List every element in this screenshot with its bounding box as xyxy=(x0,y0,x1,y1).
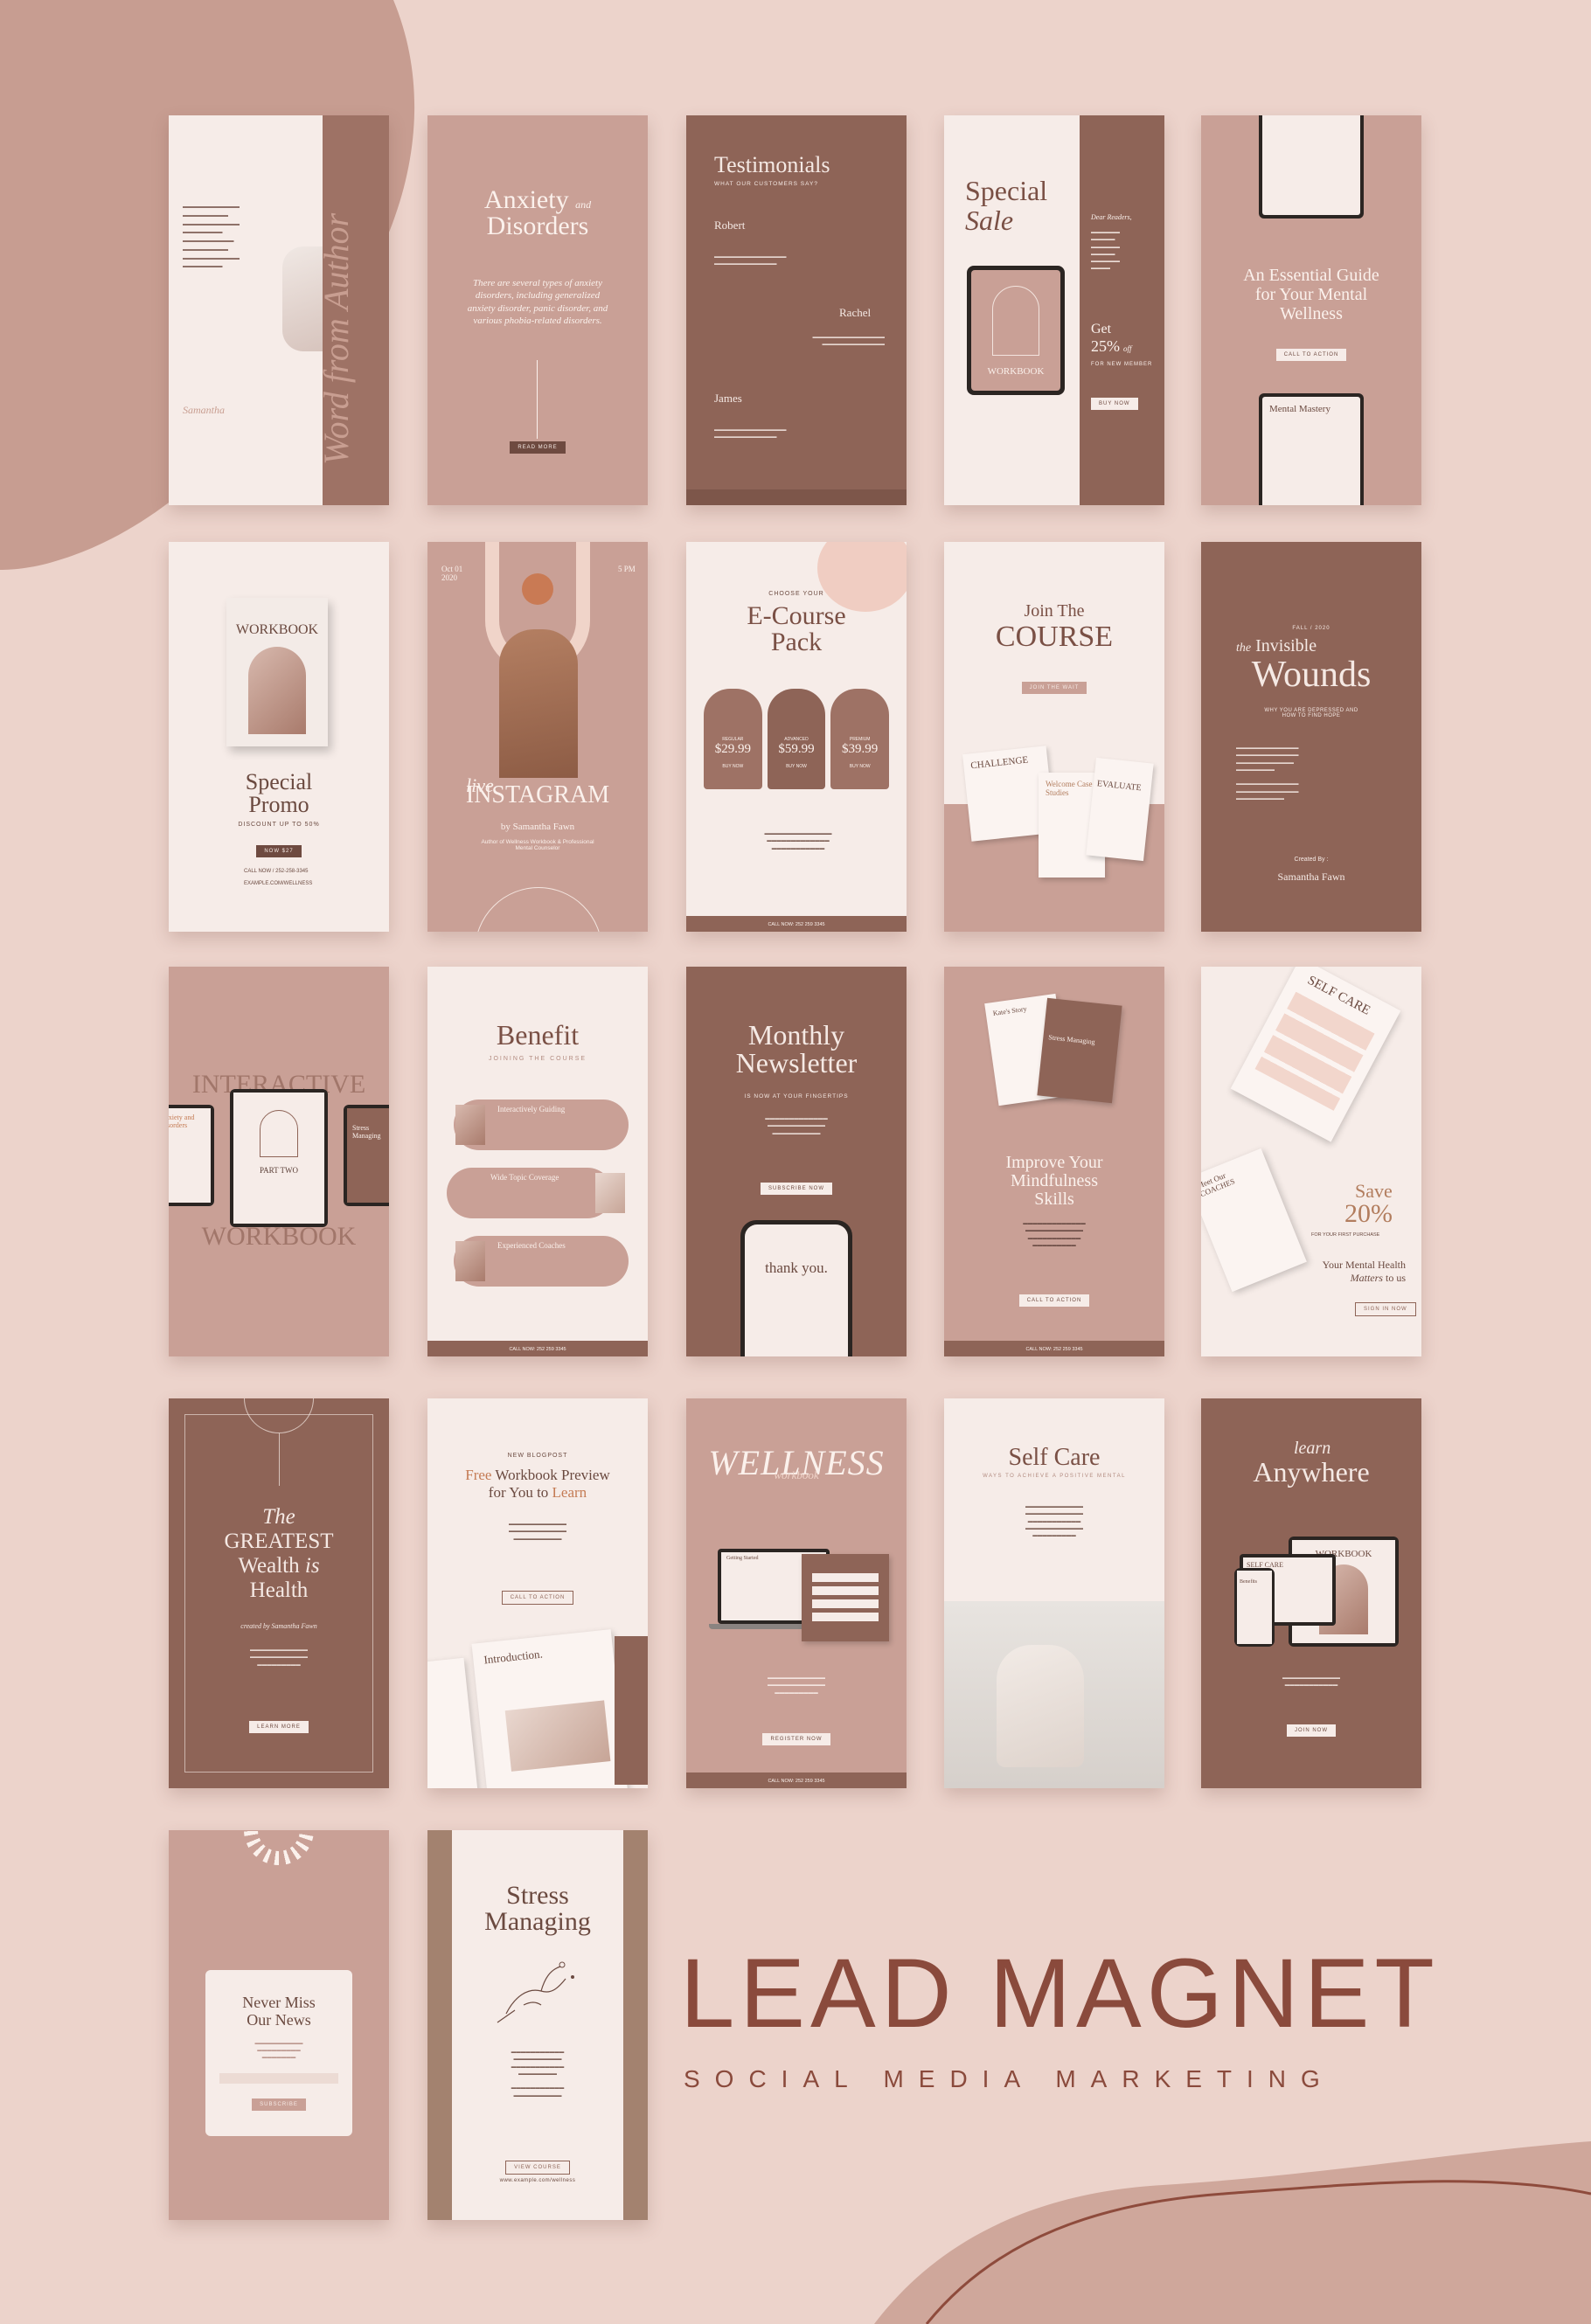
center-tablet: PART TWO xyxy=(230,1089,328,1227)
card-never-miss[interactable]: Never Miss Our News ▬▬▬▬▬▬▬▬▬▬ ▬▬▬▬▬▬▬▬▬ ▬▬… xyxy=(169,1830,389,2220)
benefit-title: Benefit xyxy=(496,1019,580,1051)
card-benefit[interactable]: Benefit JOINING THE COURSE Interactively… xyxy=(427,967,648,1356)
card-stress-managing[interactable]: Stress Managing ▬▬▬▬▬▬▬▬▬▬▬ ▬▬▬▬▬▬▬▬▬▬ ▬▬▬▬… xyxy=(427,1830,648,2220)
lead-magnet-title: LEAD MAGNET xyxy=(680,1939,1440,2048)
vertical-title: Word from Author xyxy=(316,212,356,465)
card-wellness[interactable]: WELLNESS workbook Getting Started ▬▬▬▬▬▬… xyxy=(686,1398,907,1788)
phone-mockup: thank you. xyxy=(740,1220,852,1356)
ecourse-title: E-Course Pack xyxy=(747,601,846,656)
phone-benefits: Benefits xyxy=(1234,1568,1275,1647)
promo-book: WORKBOOK xyxy=(226,598,328,746)
self-care-title: Self Care xyxy=(1008,1444,1101,1471)
tablet-mockup: WORKBOOK xyxy=(967,266,1065,395)
card-self-care[interactable]: Self Care WAYS TO ACHIEVE A POSITIVE MEN… xyxy=(944,1398,1164,1788)
learn-more-button[interactable]: LEARN MORE xyxy=(249,1721,309,1733)
course-title: COURSE xyxy=(995,621,1114,653)
card-anxiety[interactable]: Anxiety and Disorders There are several t… xyxy=(427,115,648,505)
price-tiers: REGULAR $29.99 BUY NOW ADVANCED $59.99 BUY N… xyxy=(704,689,890,789)
subscribe-button[interactable]: SUBSCRIBE NOW xyxy=(760,1183,832,1195)
signature: Samantha xyxy=(183,404,225,416)
card-interactive-workbook[interactable]: INTERACTIVE WORKBOOK Anxiety and Disorde… xyxy=(169,967,389,1356)
email-field[interactable] xyxy=(219,2073,338,2085)
card-ecourse-pack[interactable]: CHOOSE YOUR E-Course Pack REGULAR $29.99 B… xyxy=(686,542,907,932)
reviewer-3: James xyxy=(714,392,742,405)
card-word-from-author[interactable]: ▬▬▬▬▬▬▬▬▬▬ ▬▬▬▬▬▬▬▬ ▬▬▬▬▬▬▬▬▬▬ ▬▬▬▬▬▬▬ ▬▬▬▬▬… xyxy=(169,115,389,505)
view-course-button[interactable]: VIEW COURSE xyxy=(505,2161,570,2175)
card-greatest-wealth[interactable]: The GREATEST Wealth is Health created by Sa… xyxy=(169,1398,389,1788)
mock-evaluate: EVALUATE xyxy=(1086,757,1154,862)
phone-mockup-top xyxy=(1259,115,1364,219)
card-invisible-wounds[interactable]: FALL / 2020 the Invisible Wounds WHY YOU… xyxy=(1201,542,1421,932)
buy-now-button[interactable]: BUY NOW xyxy=(1091,398,1138,410)
self-care-sheet: SELF CARE xyxy=(1230,967,1401,1142)
promo-button[interactable]: NOW $27 xyxy=(256,845,302,857)
preview-title: Free Workbook Preview for You to Learn xyxy=(465,1467,610,1501)
card-essential-guide[interactable]: An Essential Guide for Your Mental Welln… xyxy=(1201,115,1421,505)
join-button[interactable]: JOIN THE WAIT xyxy=(1021,682,1087,694)
newsletter-box: Never Miss Our News ▬▬▬▬▬▬▬▬▬▬ ▬▬▬▬▬▬▬▬▬ ▬▬… xyxy=(205,1970,352,2136)
mindfulness-title: Improve Your Mindfulness Skills xyxy=(1005,1153,1103,1209)
mindfulness-cta[interactable]: CALL TO ACTION xyxy=(1018,1294,1090,1307)
card-save-20[interactable]: SELF CARE Meet Our COACHES Save 20% FOR … xyxy=(1201,967,1421,1356)
anywhere-title: Anywhere xyxy=(1253,1456,1370,1488)
hand-illustration-icon xyxy=(497,1961,574,2023)
sale-title: Special Sale xyxy=(965,175,1048,236)
join-now-button[interactable]: JOIN NOW xyxy=(1287,1724,1336,1737)
instagram-photo xyxy=(499,629,578,778)
wealth-title: The GREATEST Wealth is Health xyxy=(224,1505,334,1602)
card-learn-anywhere[interactable]: learn Anywhere WORKBOOK SELF CARE Benefi… xyxy=(1201,1398,1421,1788)
read-more-button[interactable]: READ MORE xyxy=(510,441,566,454)
bottom-right-blob xyxy=(874,2141,1591,2324)
phone-mockup-bottom: Mental Mastery xyxy=(1259,393,1364,505)
register-button[interactable]: REGISTER NOW xyxy=(762,1733,830,1745)
right-tablet: Stress Managing xyxy=(344,1105,389,1206)
card-newsletter[interactable]: Monthly Newsletter IS NOW AT YOUR FINGERT… xyxy=(686,967,907,1356)
left-tablet: Anxiety and Disorders xyxy=(169,1105,214,1206)
card-special-promo[interactable]: WORKBOOK Special Promo DISCOUNT UP TO 50… xyxy=(169,542,389,932)
anxiety-text: There are several types of anxiety disor… xyxy=(467,278,608,326)
lead-magnet-subtitle: SOCIAL MEDIA MARKETING xyxy=(684,2065,1335,2092)
preview-sheet: Introduction. xyxy=(471,1629,629,1788)
card-mindfulness[interactable]: Kate's Story Stress Managing Improve You… xyxy=(944,967,1164,1356)
anxiety-title: Anxiety and Disorders xyxy=(483,185,592,240)
guide-title: An Essential Guide for Your Mental Welln… xyxy=(1243,266,1379,323)
guide-cta[interactable]: CALL TO ACTION xyxy=(1275,349,1347,361)
card-workbook-preview[interactable]: NEW BLOGPOST Free Workbook Preview for Yo… xyxy=(427,1398,648,1788)
stress-title: Stress Managing xyxy=(484,1881,591,1936)
subscribe-news-button[interactable]: SUBSCRIBE xyxy=(252,2099,306,2112)
sale-offer: Get 25% off xyxy=(1091,322,1132,355)
testimonials-title: Testimonials xyxy=(714,152,830,177)
instagram-title: INSTAGRAM xyxy=(465,781,610,808)
testimonials-sub: WHAT OUR CUSTOMERS SAY? xyxy=(714,181,818,187)
sign-in-button[interactable]: SIGN IN NOW xyxy=(1355,1302,1416,1316)
promo-title: Special Promo xyxy=(245,769,313,817)
card-special-sale[interactable]: Special Sale WORKBOOK Dear Readers, ▬▬▬▬▬… xyxy=(944,115,1164,505)
self-care-photo xyxy=(944,1601,1164,1788)
card-testimonials[interactable]: Testimonials WHAT OUR CUSTOMERS SAY? Rob… xyxy=(686,115,907,505)
author-text: ▬▬▬▬▬▬▬▬▬▬ ▬▬▬▬▬▬▬▬ ▬▬▬▬▬▬▬▬▬▬ ▬▬▬▬▬▬▬ ▬▬▬▬▬… xyxy=(183,204,240,270)
benefit-2: Wide Topic Coverage xyxy=(447,1168,613,1218)
reviewer-2: Rachel xyxy=(839,306,872,319)
mock-stress: Stress Managing xyxy=(1037,997,1122,1104)
mental-health-line: Your Mental Health Matters to us xyxy=(1322,1259,1406,1284)
preview-cta[interactable]: CALL TO ACTION xyxy=(501,1591,574,1605)
newsletter-title: Monthly Newsletter xyxy=(735,1019,858,1079)
card-join-course[interactable]: Join The COURSE JOIN THE WAIT CHALLENGE … xyxy=(944,542,1164,932)
reviewer-1: Robert xyxy=(714,219,746,232)
card-live-instagram[interactable]: Oct 01 2020 5 PM live INSTAGRAM by Saman… xyxy=(427,542,648,932)
